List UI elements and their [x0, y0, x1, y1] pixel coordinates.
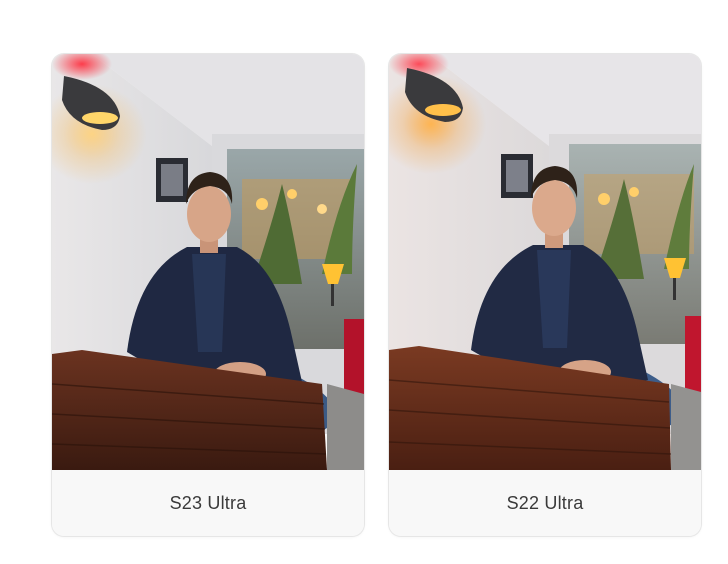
card-caption-s22-ultra: S22 Ultra: [389, 470, 701, 536]
s22-ultra-photo: [389, 54, 701, 470]
s23-ultra-photo: [52, 54, 364, 470]
comparison-page: S23 Ultra S22 Ultra: [0, 0, 728, 564]
comparison-card-s23-ultra[interactable]: S23 Ultra: [52, 54, 364, 536]
card-caption-s23-ultra: S23 Ultra: [52, 470, 364, 536]
comparison-card-s22-ultra[interactable]: S22 Ultra: [389, 54, 701, 536]
